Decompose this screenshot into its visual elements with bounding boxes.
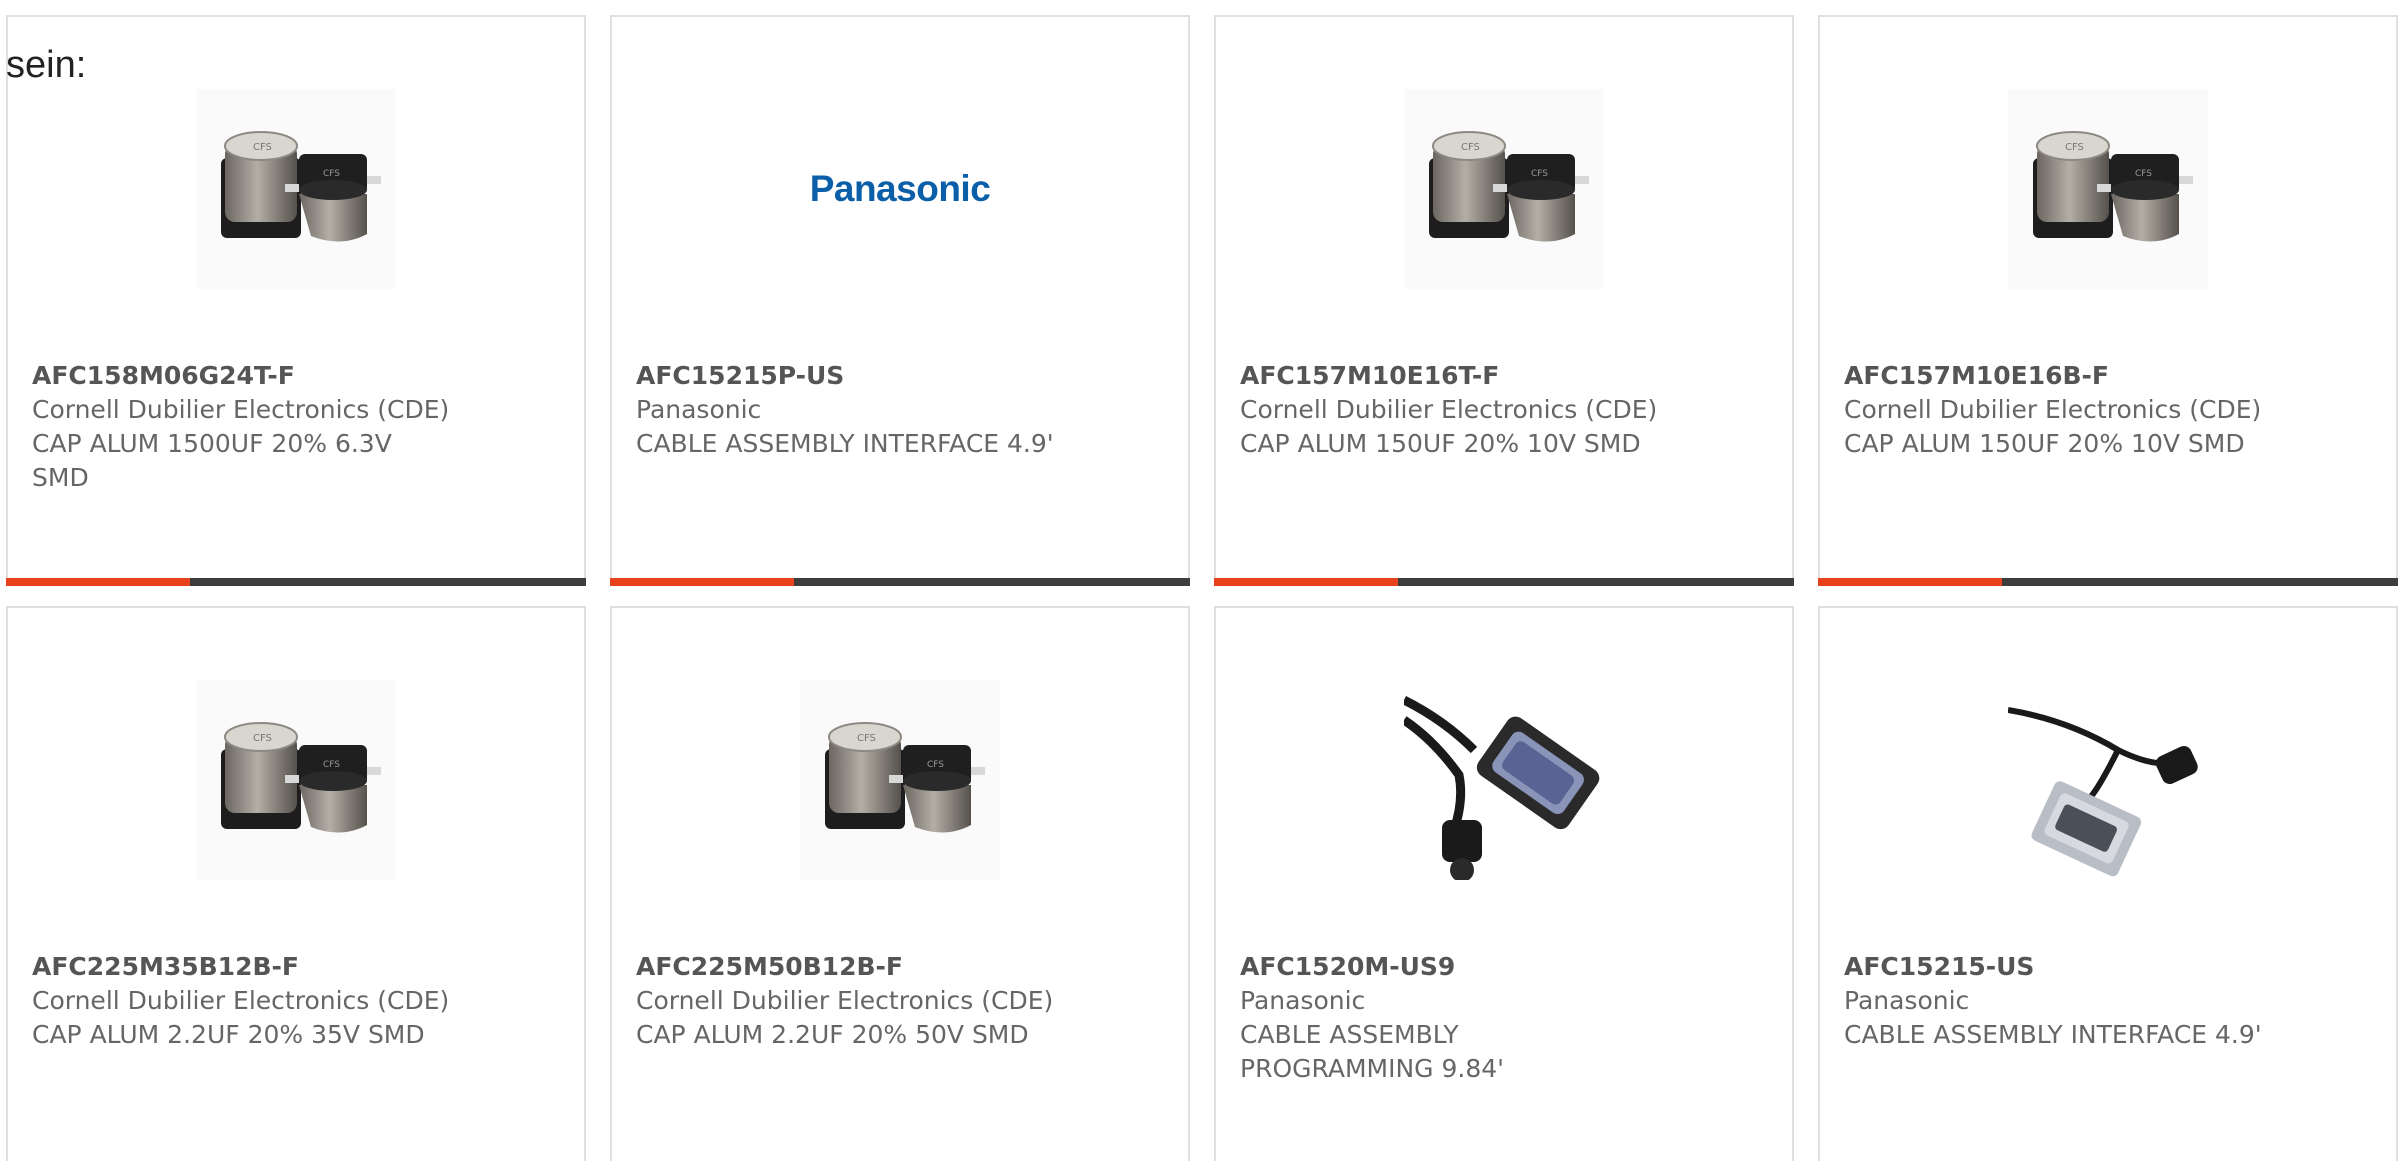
product-card[interactable]: AFC15215-US Panasonic CABLE ASSEMBLY INT… (1818, 606, 2398, 1161)
part-number[interactable]: AFC157M10E16T-F (1240, 359, 1768, 393)
part-number[interactable]: AFC157M10E16B-F (1844, 359, 2372, 393)
description: CABLE ASSEMBLY INTERFACE 4.9' (636, 429, 1054, 458)
svg-text:CFS: CFS (253, 142, 272, 153)
capacitor-image: CFS CFS (221, 722, 381, 833)
part-number[interactable]: AFC15215-US (1844, 950, 2372, 984)
card-accent-bar (1214, 578, 1398, 586)
manufacturer: Panasonic (1240, 986, 1366, 1015)
description: CAP ALUM 1500UF 20% 6.3V SMD (32, 429, 392, 492)
svg-text:CFS: CFS (857, 733, 876, 744)
card-bottom-bar (1818, 578, 2398, 586)
description: CAP ALUM 150UF 20% 10V SMD (1844, 429, 2245, 458)
svg-text:CFS: CFS (1461, 142, 1480, 153)
product-grid-page: CFS CFS AFC158M06G24T-F Cornell Dubilier… (0, 0, 2400, 1161)
part-number[interactable]: AFC225M50B12B-F (636, 950, 1164, 984)
product-card[interactable]: CFS CFS AFC225M35B12B-F Cornell Dubilier… (6, 606, 586, 1161)
svg-text:CFS: CFS (253, 733, 272, 744)
card-accent-bar (1818, 578, 2002, 586)
product-image: Panasonic (800, 89, 1000, 289)
panasonic-logo: Panasonic (809, 168, 991, 209)
svg-text:CFS: CFS (2065, 142, 2084, 153)
manufacturer: Cornell Dubilier Electronics (CDE) (636, 986, 1054, 1015)
card-bottom-bar (6, 578, 586, 586)
manufacturer: Cornell Dubilier Electronics (CDE) (32, 986, 450, 1015)
card-accent-bar (6, 578, 190, 586)
svg-text:CFS: CFS (323, 760, 340, 770)
svg-text:CFS: CFS (323, 169, 340, 179)
card-accent-bar (610, 578, 794, 586)
product-grid: CFS CFS AFC158M06G24T-F Cornell Dubilier… (6, 15, 2398, 1161)
part-number[interactable]: AFC15215P-US (636, 359, 1164, 393)
svg-text:CFS: CFS (2135, 169, 2152, 179)
description: CAP ALUM 2.2UF 20% 35V SMD (32, 1020, 425, 1049)
product-image: CFS CFS (1404, 89, 1604, 289)
product-card[interactable]: CFS CFS AFC158M06G24T-F Cornell Dubilier… (6, 15, 586, 586)
part-number[interactable]: AFC1520M-US9 (1240, 950, 1768, 984)
svg-text:CFS: CFS (1531, 169, 1548, 179)
manufacturer: Panasonic (636, 395, 762, 424)
capacitor-image: CFS CFS (1429, 131, 1589, 242)
product-card[interactable]: AFC1520M-US9 Panasonic CABLE ASSEMBLY PR… (1214, 606, 1794, 1161)
product-image: CFS CFS (196, 89, 396, 289)
product-card[interactable]: Panasonic AFC15215P-US Panasonic CABLE A… (610, 15, 1190, 586)
capacitor-image: CFS CFS (2033, 131, 2193, 242)
card-bottom-bar (1214, 578, 1794, 586)
description: CAP ALUM 150UF 20% 10V SMD (1240, 429, 1641, 458)
manufacturer: Cornell Dubilier Electronics (CDE) (1240, 395, 1658, 424)
description: CABLE ASSEMBLY INTERFACE 4.9' (1844, 1020, 2262, 1049)
product-image (2008, 680, 2208, 880)
description: CAP ALUM 2.2UF 20% 50V SMD (636, 1020, 1029, 1049)
capacitor-image: CFS CFS (825, 722, 985, 833)
manufacturer: Cornell Dubilier Electronics (CDE) (1844, 395, 2262, 424)
db15-cable-image (2008, 707, 2198, 877)
manufacturer: Cornell Dubilier Electronics (CDE) (32, 395, 450, 424)
svg-text:CFS: CFS (927, 760, 944, 770)
intro-text: sein: (6, 44, 87, 86)
product-card[interactable]: CFS CFS AFC157M10E16B-F Cornell Dubilier… (1818, 15, 2398, 586)
part-number[interactable]: AFC158M06G24T-F (32, 359, 560, 393)
capacitor-image: CFS CFS (221, 131, 381, 242)
manufacturer: Panasonic (1844, 986, 1970, 1015)
product-card[interactable]: CFS CFS AFC157M10E16T-F Cornell Dubilier… (1214, 15, 1794, 586)
description: CABLE ASSEMBLY PROGRAMMING 9.84' (1240, 1020, 1505, 1083)
product-card[interactable]: CFS CFS AFC225M50B12B-F Cornell Dubilier… (610, 606, 1190, 1161)
product-image (1404, 680, 1604, 880)
part-number[interactable]: AFC225M35B12B-F (32, 950, 560, 984)
db9-cable-image (1404, 695, 1600, 880)
product-image: CFS CFS (2008, 89, 2208, 289)
card-bottom-bar (610, 578, 1190, 586)
product-image: CFS CFS (800, 680, 1000, 880)
product-image: CFS CFS (196, 680, 396, 880)
